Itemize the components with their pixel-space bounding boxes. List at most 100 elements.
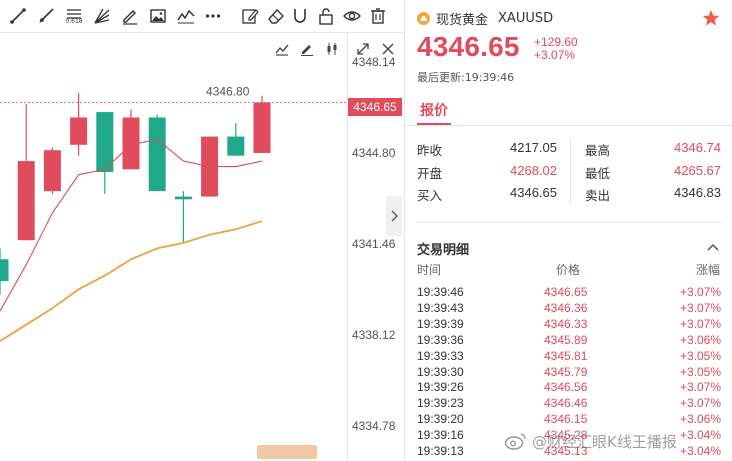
drawing-toolbar: 0.618 <box>0 0 404 33</box>
trade-price: 4345.89 <box>544 332 588 347</box>
symbol-name: 现货黄金 <box>436 13 489 28</box>
trade-row: 19:39:43 4346.36 +3.07% <box>405 301 732 317</box>
open-value: 4268.02 <box>510 163 557 178</box>
pen-icon[interactable] <box>120 6 140 26</box>
trade-change: +3.06% <box>679 332 721 347</box>
trade-row: 19:39:16 4345.28 +3.04% <box>405 428 732 444</box>
fan-tool-icon[interactable] <box>92 6 112 26</box>
edit-icon[interactable] <box>240 6 260 26</box>
trade-change: +3.04% <box>679 444 721 458</box>
prev-close-value: 4217.05 <box>510 140 557 155</box>
trade-price: 4346.33 <box>544 316 588 331</box>
quote-row-1: 昨收 4217.05 最高 4346.74 <box>405 140 732 160</box>
y-tick-label: 4341.46 <box>352 237 396 251</box>
trade-change: +3.07% <box>679 380 721 395</box>
trade-row: 19:39:13 4345.13 +3.04% <box>405 444 732 460</box>
chevron-right-icon <box>391 210 399 222</box>
trade-time: 19:39:46 <box>417 285 464 299</box>
trade-time: 19:39:36 <box>417 332 464 347</box>
low-label: 最低 <box>585 166 611 181</box>
trade-time: 19:39:39 <box>417 316 464 331</box>
magnet-icon[interactable] <box>290 6 310 26</box>
trade-price: 4346.46 <box>544 396 588 411</box>
trade-time: 19:39:13 <box>417 444 464 458</box>
peak-annotation: 4346.80 <box>206 85 250 99</box>
low-value: 4265.67 <box>674 163 721 178</box>
change-percent: +3.07% <box>534 48 576 62</box>
tab-divider <box>405 125 732 126</box>
candle-body <box>70 117 88 145</box>
bid-label: 买入 <box>417 188 443 203</box>
trade-change: +3.07% <box>679 316 721 331</box>
open-label: 开盘 <box>417 166 443 181</box>
symbol-header: 现货黄金 XAUUSD <box>417 9 553 28</box>
fib-label: 0.618 <box>65 18 83 25</box>
trade-change: +3.05% <box>679 348 721 363</box>
last-updated: 最后更新:19:39:46 <box>417 71 515 84</box>
lock-icon[interactable] <box>316 6 336 26</box>
quote-section-divider <box>417 222 721 223</box>
trade-change: +3.07% <box>679 300 721 315</box>
trade-row: 19:39:39 4346.33 +3.07% <box>405 317 732 333</box>
trade-change: +3.05% <box>679 364 721 379</box>
gold-badge-icon <box>417 12 430 25</box>
quote-row-3: 买入 4346.65 卖出 4346.83 <box>405 185 732 205</box>
candle-body <box>17 161 35 241</box>
trade-price: 4346.15 <box>544 412 588 427</box>
symbol-code: XAUUSD <box>498 11 554 26</box>
change-absolute: +129.60 <box>534 35 578 49</box>
trade-row: 19:39:30 4345.79 +3.05% <box>405 365 732 381</box>
expand-panel-handle[interactable] <box>386 196 402 236</box>
candle-body <box>148 117 166 192</box>
draw-pen-icon[interactable] <box>297 40 316 58</box>
trades-header-time: 时间 <box>417 263 442 277</box>
eraser-icon[interactable] <box>266 6 286 26</box>
trash-icon[interactable] <box>368 6 388 26</box>
trades-header-price: 价格 <box>556 263 581 277</box>
trade-price: 4346.56 <box>544 380 588 395</box>
trade-row: 19:39:23 4346.46 +3.07% <box>405 396 732 412</box>
trade-price: 4346.36 <box>544 300 588 315</box>
line-tool-icon[interactable] <box>8 6 28 26</box>
trade-row: 19:39:36 4345.89 +3.06% <box>405 333 732 349</box>
candle-body <box>0 259 9 282</box>
trade-row: 19:39:46 4346.65 +3.07% <box>405 285 732 301</box>
ask-value: 4346.83 <box>674 185 721 200</box>
trade-time: 19:39:26 <box>417 380 464 395</box>
image-icon[interactable] <box>148 6 168 26</box>
current-price: 4346.65 <box>417 31 520 62</box>
trade-price: 4345.79 <box>544 364 588 379</box>
candlestick-plot[interactable]: 4346.80 <box>0 33 348 461</box>
trades-header-change: 涨幅 <box>695 263 720 277</box>
high-label: 最高 <box>585 143 611 158</box>
trade-price: 4345.13 <box>544 444 588 458</box>
candlestick-chart: 4346.80 <box>0 85 348 342</box>
trades-title: 交易明细 <box>417 243 470 258</box>
trade-time: 19:39:33 <box>417 348 464 363</box>
chart-type-icon[interactable] <box>272 40 291 58</box>
candle-body <box>253 102 271 153</box>
high-value: 4346.74 <box>674 140 721 155</box>
eye-icon[interactable] <box>342 6 362 26</box>
candle-body <box>174 196 192 200</box>
more-icon[interactable] <box>203 6 223 26</box>
fib-tool-icon[interactable]: 0.618 <box>64 6 84 26</box>
trade-row: 19:39:33 4345.81 +3.05% <box>405 349 732 365</box>
bid-value: 4346.65 <box>510 185 557 200</box>
prev-close-label: 昨收 <box>417 143 443 158</box>
y-tick-label: 4338.12 <box>352 328 396 343</box>
ray-tool-icon[interactable] <box>36 6 56 26</box>
wave-icon[interactable] <box>176 6 196 26</box>
quote-column-divider <box>570 138 571 204</box>
tab-quote[interactable]: 报价 <box>420 100 448 120</box>
trade-change: +3.06% <box>679 412 721 427</box>
y-tick-label: 4344.80 <box>352 145 396 160</box>
star-icon[interactable] <box>702 9 720 27</box>
candle-body <box>227 136 245 156</box>
indicator-icon[interactable] <box>322 40 341 58</box>
quote-panel: 现货黄金 XAUUSD 4346.65 +129.60 +3.07% 最后更新:… <box>404 0 732 461</box>
y-tick-label: 4348.14 <box>352 54 396 69</box>
trade-price: 4346.65 <box>544 285 588 299</box>
trade-time: 19:39:16 <box>417 428 464 443</box>
chevron-up-icon[interactable] <box>706 240 720 254</box>
